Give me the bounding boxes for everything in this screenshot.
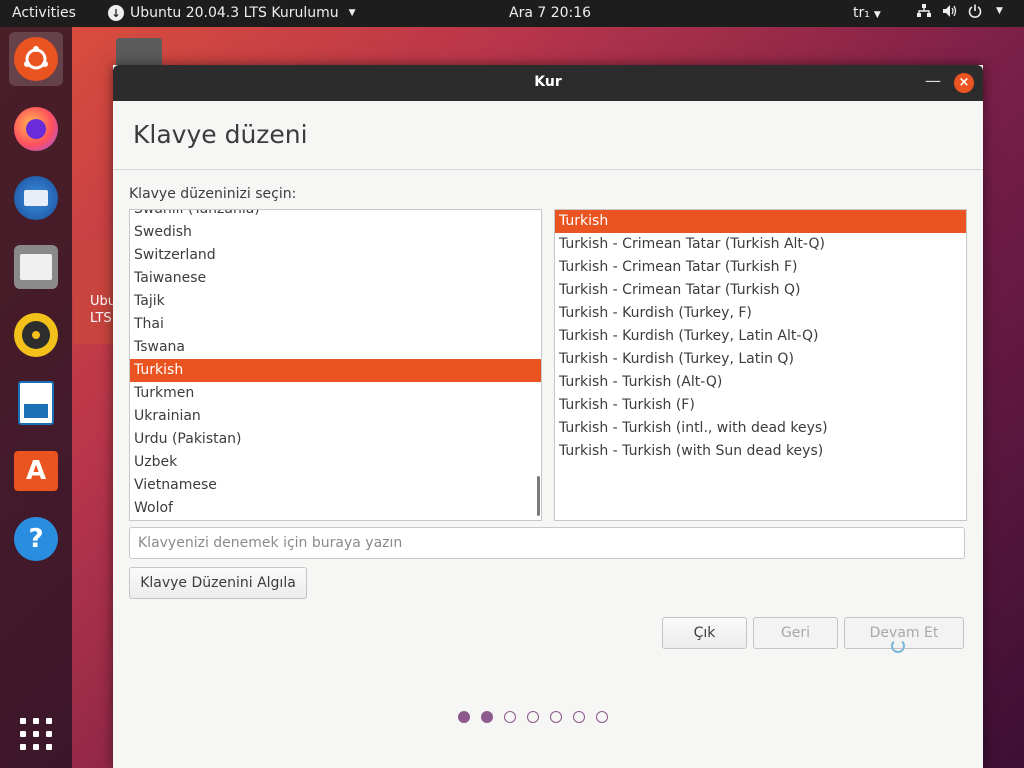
keyboard-indicator[interactable]: tr₁ ▼ (853, 5, 881, 21)
layout-item[interactable]: Wolof (130, 497, 541, 520)
variant-item[interactable]: Turkish - Turkish (with Sun dead keys) (555, 440, 966, 463)
progress-dot (481, 711, 493, 723)
app-menu[interactable]: ↓ Ubuntu 20.04.3 LTS Kurulumu ▼ (108, 5, 356, 21)
minimize-icon[interactable]: — (925, 71, 941, 90)
chevron-down-icon: ▼ (348, 8, 356, 18)
clock[interactable]: Ara 7 20:16 (509, 5, 591, 21)
desktop-file-label-line2: LTS (90, 311, 112, 326)
quit-button[interactable]: Çık (662, 617, 747, 649)
network-icon (917, 4, 931, 17)
software-center-icon: A (14, 451, 58, 491)
progress-dot (458, 711, 470, 723)
dock-firefox[interactable] (9, 102, 63, 156)
window-title: Kur (534, 74, 562, 90)
variant-item[interactable]: Turkish - Kurdish (Turkey, F) (555, 302, 966, 325)
layout-item[interactable]: Swedish (130, 221, 541, 244)
layout-item[interactable]: Turkish (130, 359, 541, 382)
volume-icon (943, 5, 957, 17)
variant-list-items: Turkish Turkish - Crimean Tatar (Turkish … (555, 210, 966, 463)
dock-writer[interactable] (9, 376, 63, 430)
dock-thunderbird[interactable] (9, 171, 63, 225)
show-applications-icon (20, 718, 52, 750)
variant-item[interactable]: Turkish - Kurdish (Turkey, Latin Q) (555, 348, 966, 371)
progress-dot (550, 711, 562, 723)
system-menu[interactable]: ▼ (916, 4, 1003, 18)
firefox-icon (14, 107, 58, 151)
progress-dots (458, 711, 608, 723)
top-bar: Activities ↓ Ubuntu 20.04.3 LTS Kurulumu… (0, 0, 1024, 27)
back-button[interactable]: Geri (753, 617, 838, 649)
download-icon: ↓ (108, 5, 124, 21)
detect-layout-button[interactable]: Klavye Düzenini Algıla (129, 567, 307, 599)
variant-item[interactable]: Turkish - Crimean Tatar (Turkish Q) (555, 279, 966, 302)
layout-item[interactable]: Taiwanese (130, 267, 541, 290)
variant-item[interactable]: Turkish (555, 210, 966, 233)
progress-dot (596, 711, 608, 723)
layout-item[interactable]: Switzerland (130, 244, 541, 267)
variant-item[interactable]: Turkish - Crimean Tatar (Turkish F) (555, 256, 966, 279)
layout-list[interactable]: Swahili (Tanzania) Swedish Switzerland Taiw… (129, 209, 542, 521)
layout-item[interactable]: Ukrainian (130, 405, 541, 428)
dock-software[interactable]: A (9, 444, 63, 498)
ubuntu-installer-icon (14, 37, 58, 81)
activities-button[interactable]: Activities (12, 5, 76, 21)
dock: A ? (0, 27, 72, 768)
variant-item[interactable]: Turkish - Kurdish (Turkey, Latin Alt-Q) (555, 325, 966, 348)
dock-rhythmbox[interactable] (9, 308, 63, 362)
desktop-installer-file[interactable]: Ubu LTS (73, 240, 116, 344)
variant-item[interactable]: Turkish - Turkish (intl., with dead keys… (555, 417, 966, 440)
layout-item[interactable]: Vietnamese (130, 474, 541, 497)
variant-item[interactable]: Turkish - Turkish (Alt-Q) (555, 371, 966, 394)
layout-item[interactable]: Thai (130, 313, 541, 336)
chevron-down-icon: ▼ (873, 10, 881, 20)
power-icon (968, 4, 982, 18)
chevron-down-icon: ▼ (996, 6, 1003, 16)
dock-show-applications[interactable] (9, 707, 63, 761)
layout-item[interactable]: Urdu (Pakistan) (130, 428, 541, 451)
keyboard-indicator-label: tr₁ (853, 5, 870, 21)
app-menu-label: Ubuntu 20.04.3 LTS Kurulumu (130, 5, 339, 21)
variant-item[interactable]: Turkish - Crimean Tatar (Turkish Alt-Q) (555, 233, 966, 256)
divider (113, 169, 983, 170)
layout-prompt: Klavye düzeninizi seçin: (129, 186, 297, 202)
help-icon: ? (14, 517, 58, 561)
dock-files[interactable] (9, 240, 63, 294)
loading-spinner-icon (891, 639, 905, 653)
layout-list-scrollbar[interactable] (537, 476, 540, 516)
layout-item[interactable]: Tswana (130, 336, 541, 359)
dock-help[interactable]: ? (9, 512, 63, 566)
variant-list[interactable]: Turkish Turkish - Crimean Tatar (Turkish … (554, 209, 967, 521)
close-icon[interactable]: × (954, 73, 974, 93)
files-icon (14, 245, 58, 289)
keyboard-test-input[interactable] (129, 527, 965, 559)
rhythmbox-icon (14, 313, 58, 357)
variant-item[interactable]: Turkish - Turkish (F) (555, 394, 966, 417)
thunderbird-icon (14, 176, 58, 220)
installer-window: Kur — × Klavye düzeni Klavye düzeninizi … (113, 65, 983, 768)
progress-dot (573, 711, 585, 723)
layout-item[interactable]: Tajik (130, 290, 541, 313)
layout-list-items: Swahili (Tanzania) Swedish Switzerland Taiw… (130, 210, 541, 520)
progress-dot (527, 711, 539, 723)
layout-item[interactable]: Swahili (Tanzania) (130, 210, 541, 221)
page-title: Klavye düzeni (133, 120, 308, 149)
progress-dot (504, 711, 516, 723)
dock-ubuntu-installer[interactable] (9, 32, 63, 86)
window-titlebar[interactable]: Kur — × (113, 65, 983, 101)
layout-item[interactable]: Uzbek (130, 451, 541, 474)
libreoffice-writer-icon (18, 381, 54, 425)
layout-item[interactable]: Turkmen (130, 382, 541, 405)
